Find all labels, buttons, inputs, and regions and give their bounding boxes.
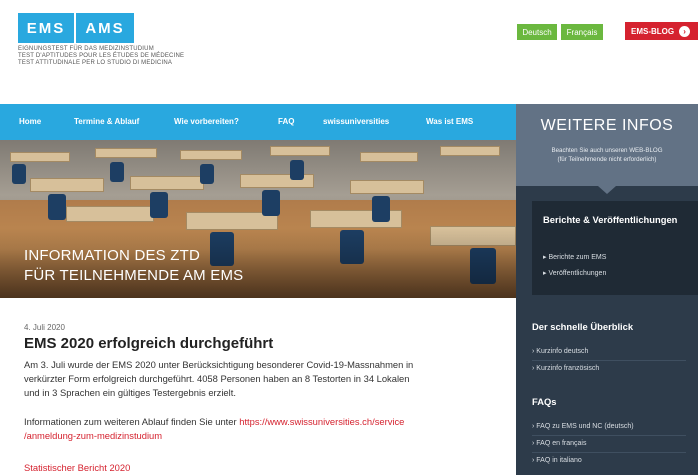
hero-desk xyxy=(95,148,157,158)
statistischer-bericht-link[interactable]: Statistischer Bericht 2020 xyxy=(24,462,130,473)
faq-de-label: FAQ zu EMS und NC (deutsch) xyxy=(536,423,634,430)
hero-desk xyxy=(10,152,70,162)
hero-chair xyxy=(12,164,26,184)
sidebar-blog-note[interactable]: Beachten Sie auch unseren WEB-BLOG xyxy=(516,147,698,154)
faq-it-link[interactable]: › FAQ in italiano xyxy=(532,457,582,464)
sidebar-divider xyxy=(532,435,686,436)
info-text: Informationen zum weiteren Ablauf finden… xyxy=(24,416,240,427)
language-button-francais[interactable]: Français xyxy=(561,24,603,40)
tagline-it: TEST ATTITUDINALE PER LO STUDIO DI MEDIC… xyxy=(18,60,173,66)
veroeffentlichungen-link-label: Veröffentlichungen xyxy=(548,270,607,277)
faq-de-link[interactable]: › FAQ zu EMS und NC (deutsch) xyxy=(532,423,634,430)
swissuniversities-link[interactable]: https://www.swissuniversities.ch/service xyxy=(239,416,404,427)
ems-ams-logo[interactable]: EMS AMS xyxy=(18,13,134,43)
nav-item-vorbereiten[interactable]: Wie vorbereiten? xyxy=(174,117,239,126)
sidebar-blog-note-sub: (für Teilnehmende nicht erforderlich) xyxy=(557,156,657,163)
faq-title: FAQs xyxy=(532,396,557,407)
berichte-link-label: Berichte zum EMS xyxy=(548,254,607,261)
tagline-de: EIGNUNGSTEST FÜR DAS MEDIZINSTUDIUM xyxy=(18,46,154,52)
nav-item-was-ist-ems[interactable]: Was ist EMS xyxy=(426,117,473,126)
article-line: und in 3 Sprachen ein gültiges Testergeb… xyxy=(24,387,236,398)
hero-chair xyxy=(200,164,214,184)
hero-desk xyxy=(66,206,154,222)
faq-fr-label: FAQ en français xyxy=(536,440,587,447)
site-header: EMS AMS EIGNUNGSTEST FÜR DAS MEDIZINSTUD… xyxy=(0,0,698,104)
hero-chair xyxy=(110,162,124,182)
language-button-deutsch[interactable]: Deutsch xyxy=(517,24,557,40)
arrow-right-icon: › xyxy=(679,25,691,37)
nav-item-termine[interactable]: Termine & Ablauf xyxy=(74,117,139,126)
hero-desk xyxy=(360,152,418,162)
faq-it-label: FAQ in italiano xyxy=(536,457,582,464)
article-line: Am 3. Juli wurde der EMS 2020 unter Berü… xyxy=(24,359,414,370)
sidebar-notch xyxy=(598,186,616,194)
hero-desk xyxy=(270,146,330,156)
hero-title-line1: INFORMATION DES ZTD xyxy=(24,247,201,264)
kurzinfo-fr-link[interactable]: › Kurzinfo französisch xyxy=(532,365,599,372)
ems-blog-button[interactable]: EMS-BLOG › xyxy=(625,22,698,40)
hero-chair xyxy=(372,196,390,222)
faq-fr-link[interactable]: › FAQ en français xyxy=(532,440,586,447)
hero-desk xyxy=(180,150,242,160)
hero-chair xyxy=(262,190,280,216)
tagline-fr: TEST D'APTITUDES POUR LES ÉTUDES DE MÉDE… xyxy=(18,53,185,59)
sidebar-title: WEITERE INFOS xyxy=(540,117,674,134)
article-date: 4. Juli 2020 xyxy=(24,323,65,332)
hero-desk xyxy=(30,178,104,192)
main-nav: Home Termine & Ablauf Wie vorbereiten? F… xyxy=(0,104,516,140)
article-info-paragraph: Informationen zum weiteren Ablauf finden… xyxy=(24,415,494,443)
logo-ams: AMS xyxy=(76,13,134,43)
hero-chair xyxy=(290,160,304,180)
hero-chair xyxy=(150,192,168,218)
hero-desk xyxy=(440,146,500,156)
swissuniversities-link-cont[interactable]: /anmeldung-zum-medizinstudium xyxy=(24,430,162,441)
nav-item-swissuniversities[interactable]: swissuniversities xyxy=(323,117,389,126)
article-paragraph: Am 3. Juli wurde der EMS 2020 unter Berü… xyxy=(24,358,494,400)
hero-desk xyxy=(350,180,424,194)
sidebar-divider xyxy=(532,452,686,453)
hero-title-line2: FÜR TEILNEHMENDE AM EMS xyxy=(24,267,244,284)
veroeffentlichungen-link[interactable]: ▸ Veröffentlichungen xyxy=(543,269,606,277)
hero-chair xyxy=(48,194,66,220)
kurzinfo-fr-label: Kurzinfo französisch xyxy=(536,365,600,372)
article-line: verkürzter Form erfolgreich durchgeführt… xyxy=(24,373,410,384)
article-title: EMS 2020 erfolgreich durchgeführt xyxy=(24,335,274,352)
nav-item-faq[interactable]: FAQ xyxy=(278,117,294,126)
ems-blog-label: EMS-BLOG xyxy=(631,26,675,36)
sidebar-divider xyxy=(532,360,686,361)
ueberblick-title: Der schnelle Überblick xyxy=(532,321,634,332)
berichte-link[interactable]: ▸ Berichte zum EMS xyxy=(543,253,606,261)
hero-desk xyxy=(130,176,204,190)
nav-item-home[interactable]: Home xyxy=(19,117,41,126)
kurzinfo-de-label: Kurzinfo deutsch xyxy=(536,348,589,355)
logo-ems: EMS xyxy=(18,13,74,43)
hero-image: INFORMATION DES ZTD FÜR TEILNEHMENDE AM … xyxy=(0,140,516,298)
berichte-title: Berichte & Veröffentlichungen xyxy=(543,214,678,225)
kurzinfo-de-link[interactable]: › Kurzinfo deutsch xyxy=(532,348,588,355)
